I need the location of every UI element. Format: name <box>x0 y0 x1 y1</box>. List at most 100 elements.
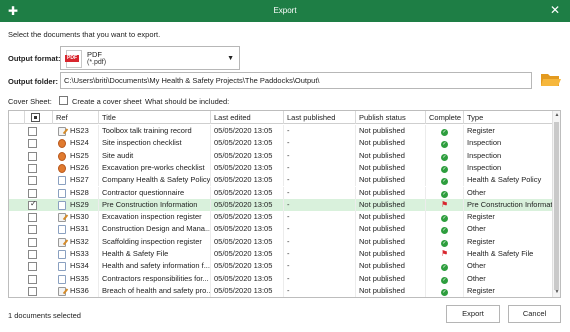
check-circle-icon: ✓ <box>441 227 448 235</box>
cell-edited: 05/05/2020 13:05 <box>211 137 284 150</box>
cell-title: Site inspection checklist <box>99 137 211 150</box>
row-checkbox[interactable] <box>28 274 37 284</box>
vertical-scrollbar[interactable]: ▲ ▼ <box>552 111 560 297</box>
complete-cell: ✓ <box>426 260 464 273</box>
row-checkbox[interactable] <box>28 237 37 247</box>
cell-edited: 05/05/2020 13:05 <box>211 161 284 175</box>
cover-sheet-checkbox-label: Create a cover sheet <box>72 97 142 106</box>
check-circle-icon: ✓ <box>441 178 448 186</box>
table-row[interactable]: HS34 Health and safety information f... 05… <box>9 260 554 273</box>
register-icon <box>58 127 66 136</box>
row-checkbox[interactable] <box>28 127 37 136</box>
cell-published: - <box>284 137 356 150</box>
row-checkbox[interactable] <box>28 151 37 161</box>
table-row[interactable]: HS30 Excavation inspection register 05/05/… <box>9 211 554 224</box>
cell-ref: HS28 <box>67 186 99 199</box>
row-checkbox[interactable] <box>28 139 37 149</box>
col-last-published[interactable]: Last published <box>284 111 356 124</box>
cell-status: Not published <box>356 235 426 248</box>
check-circle-icon: ✓ <box>441 239 448 247</box>
cell-edited: 05/05/2020 13:05 <box>211 198 284 212</box>
output-folder-field[interactable]: C:\Users\briti\Documents\My Health & Saf… <box>60 72 532 89</box>
table-row[interactable]: HS24 Site inspection checklist 05/05/2020 … <box>9 137 554 150</box>
complete-cell: ✓ <box>426 272 464 285</box>
table-row[interactable]: HS36 Breach of health and safety pro... 05… <box>9 284 554 297</box>
cell-ref: HS29 <box>67 198 99 212</box>
inspection-icon <box>58 151 66 161</box>
table-row[interactable]: HS28 Contractor questionnaire 05/05/2020 1… <box>9 186 554 199</box>
row-checkbox[interactable] <box>28 225 37 235</box>
document-icon <box>58 262 66 272</box>
check-circle-icon: ✓ <box>441 215 448 223</box>
table-row[interactable]: HS23 Toolbox talk training record 05/05/20… <box>9 125 554 138</box>
cell-status: Not published <box>356 223 426 236</box>
col-last-edited[interactable]: Last edited <box>211 111 284 124</box>
check-circle-icon: ✓ <box>441 190 448 198</box>
table-row[interactable]: HS33 Health & Safety File 05/05/2020 13:05… <box>9 248 554 261</box>
complete-cell: ✓ <box>426 149 464 162</box>
document-icon <box>58 274 66 284</box>
register-icon <box>58 213 66 223</box>
cell-title: Pre Construction Information <box>99 198 211 212</box>
instructions-text: Select the documents that you want to ex… <box>8 30 161 39</box>
flag-icon: ⚑ <box>441 249 449 258</box>
col-type[interactable]: Type <box>464 111 554 124</box>
document-icon <box>58 200 66 210</box>
cell-edited: 05/05/2020 13:05 <box>211 149 284 162</box>
cell-ref: HS30 <box>67 211 99 224</box>
col-publish-status[interactable]: Publish status <box>356 111 426 124</box>
row-checkbox[interactable] <box>28 213 37 223</box>
scroll-up-icon[interactable]: ▲ <box>553 111 560 120</box>
folder-open-icon[interactable] <box>540 71 562 89</box>
cell-status: Not published <box>356 198 426 212</box>
row-checkbox[interactable] <box>28 262 37 272</box>
table-row[interactable]: HS29Pre Construction Information05/05/20… <box>9 198 554 212</box>
cell-title: Toolbox talk training record <box>99 125 211 138</box>
row-checkbox[interactable] <box>28 199 37 210</box>
row-checkbox[interactable] <box>28 250 37 259</box>
document-icon <box>58 188 66 198</box>
cell-status: Not published <box>356 211 426 224</box>
table-row[interactable]: HS27 Company Health & Safety Policy 05/05/… <box>9 174 554 187</box>
table-row[interactable]: HS25 Site audit 05/05/2020 13:05- Not publi… <box>9 149 554 162</box>
output-format-label: Output format: <box>8 54 61 63</box>
row-checkbox[interactable] <box>28 176 37 186</box>
row-checkbox[interactable] <box>28 188 37 198</box>
row-checkbox[interactable] <box>28 286 37 296</box>
col-title[interactable]: Title <box>99 111 211 124</box>
export-button[interactable]: Export <box>446 305 500 323</box>
table-row[interactable]: HS35 Contractors responsibilities for... 0… <box>9 272 554 285</box>
documents-table: Ref Title Last edited Last published Pub… <box>8 110 561 298</box>
scroll-thumb[interactable] <box>554 122 559 290</box>
cell-ref: HS26 <box>67 161 99 175</box>
select-all-cell <box>25 111 53 124</box>
cell-published: - <box>284 272 356 285</box>
cell-type: Register <box>464 211 554 224</box>
col-ref[interactable]: Ref <box>53 111 99 124</box>
table-row[interactable]: HS26 Excavation pre-works checklist 05/05/… <box>9 161 554 175</box>
cell-type: Other <box>464 260 554 273</box>
cell-status: Not published <box>356 149 426 162</box>
scroll-down-icon[interactable]: ▼ <box>553 288 560 297</box>
output-format-dropdown[interactable]: PDF PDF (*.pdf) ▼ <box>60 46 240 70</box>
close-icon[interactable]: ✕ <box>548 3 562 17</box>
cancel-button[interactable]: Cancel <box>508 305 561 323</box>
cell-type: Health & Safety File <box>464 248 554 261</box>
table-row[interactable]: HS31 Construction Design and Mana... 05/05… <box>9 223 554 236</box>
complete-cell: ⚑ <box>426 198 464 212</box>
cell-type: Health & Safety Policy <box>464 174 554 187</box>
table-row[interactable]: HS32 Scaffolding inspection register 05/05… <box>9 235 554 248</box>
register-icon <box>58 286 66 296</box>
select-all-checkbox[interactable] <box>31 113 40 122</box>
row-checkbox[interactable] <box>28 163 37 173</box>
check-circle-icon: ✓ <box>441 141 448 149</box>
cell-published: - <box>284 186 356 199</box>
cover-sheet-checkbox[interactable] <box>59 96 68 105</box>
cell-edited: 05/05/2020 13:05 <box>211 125 284 138</box>
table-header: Ref Title Last edited Last published Pub… <box>9 111 554 124</box>
complete-cell: ✓ <box>426 125 464 138</box>
col-complete[interactable]: Complete <box>426 111 464 124</box>
format-extension: (*.pdf) <box>87 59 107 66</box>
complete-cell: ✓ <box>426 235 464 248</box>
cell-ref: HS31 <box>67 223 99 236</box>
